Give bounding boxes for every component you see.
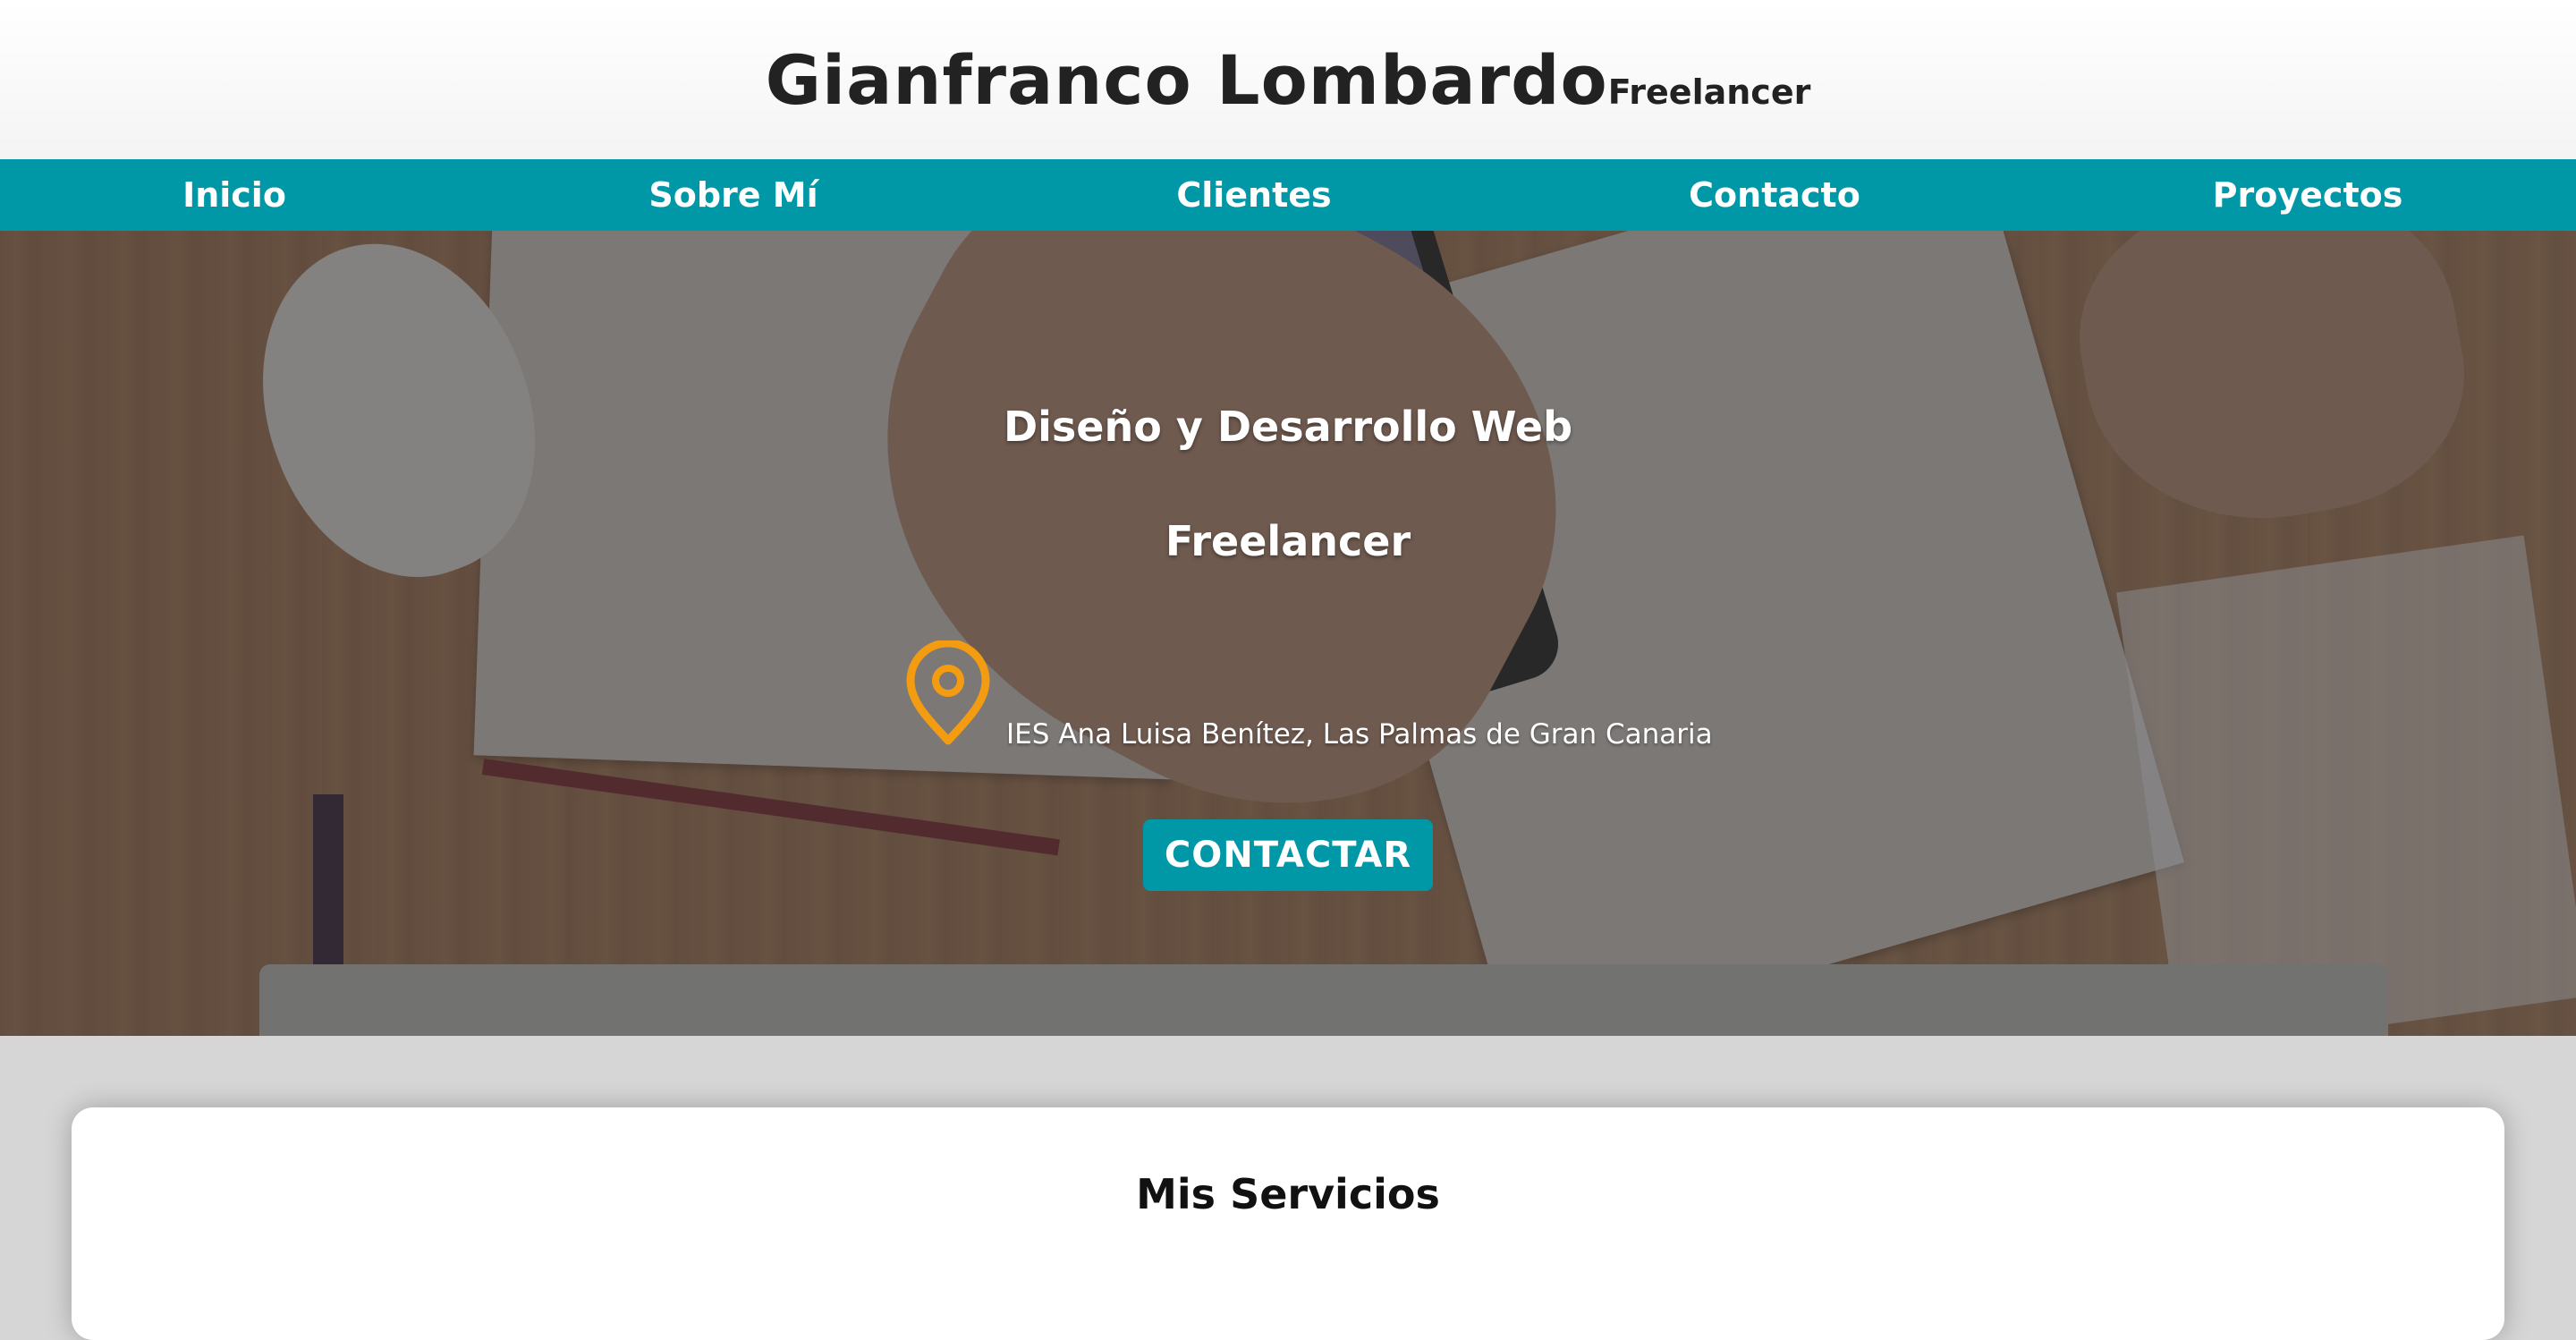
nav-item-clientes[interactable]: Clientes [1176,159,1331,231]
hero-overlay [0,231,2576,1036]
location-text: IES Ana Luisa Benítez, Las Palmas de Gra… [1006,718,1713,751]
brand: Gianfranco Lombardo Freelancer [766,40,1811,120]
hero-subtitle: Freelancer [1165,517,1411,565]
nav-item-proyectos[interactable]: Proyectos [2213,159,2403,231]
nav-item-contacto[interactable]: Contacto [1689,159,1860,231]
services-title: Mis Servicios [1136,1170,1440,1218]
site-tagline: Freelancer [1607,72,1811,112]
hero-title: Diseño y Desarrollo Web [1003,403,1573,451]
site-header: Gianfranco Lombardo Freelancer [0,0,2576,159]
site-title: Gianfranco Lombardo [765,39,1608,120]
services-card: Mis Servicios [72,1107,2504,1340]
contactar-button[interactable]: CONTACTAR [1143,819,1433,891]
nav-item-sobre-mi[interactable]: Sobre Mí [648,159,818,231]
map-pin-icon [906,640,990,745]
nav-item-inicio[interactable]: Inicio [182,159,286,231]
main-nav: Inicio Sobre Mí Clientes Contacto Proyec… [0,159,2576,233]
hero-section: Diseño y Desarrollo Web Freelancer IES A… [0,231,2576,1036]
